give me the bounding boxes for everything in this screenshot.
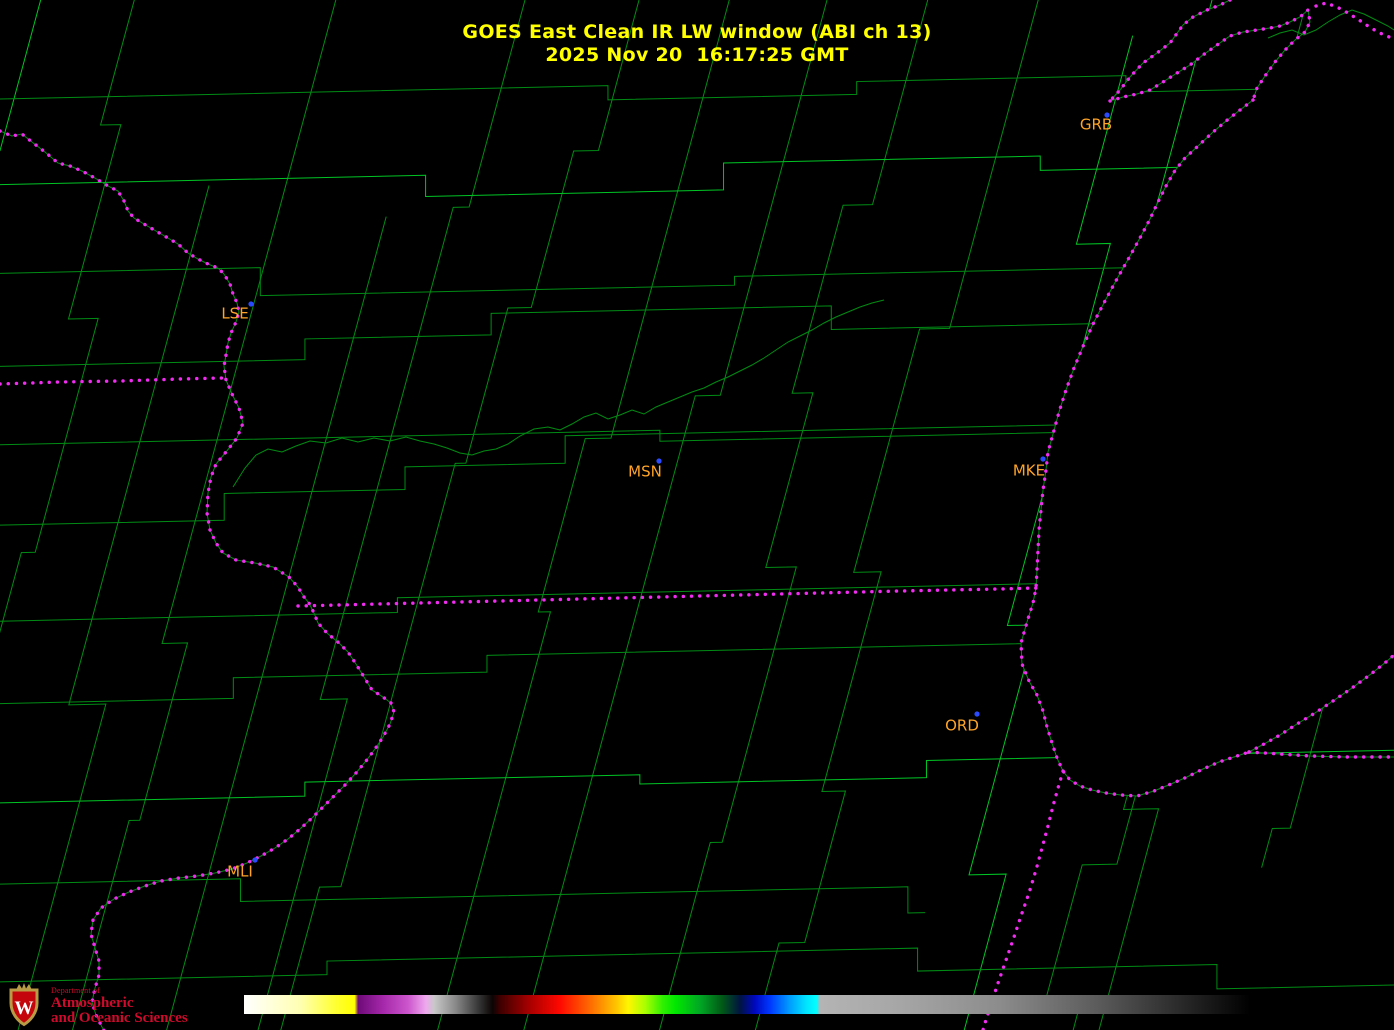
satellite-image-viewer: GOES East Clean IR LW window (ABI ch 13)… xyxy=(0,0,1394,1030)
station-label-msn: MSN xyxy=(628,462,662,481)
station-label-grb: GRB xyxy=(1079,115,1113,134)
station-label-mli: MLI xyxy=(227,862,253,881)
colorbar xyxy=(244,995,1250,1014)
logo-department-line: Department of xyxy=(51,986,101,995)
uw-logo-text: Department of Atmospheric and Oceanic Sc… xyxy=(51,983,188,1026)
station-label-lse: LSE xyxy=(221,304,249,323)
logo-name-line1: Atmospheric xyxy=(51,995,134,1011)
svg-text:W: W xyxy=(15,998,34,1019)
image-title: GOES East Clean IR LW window (ABI ch 13)… xyxy=(0,21,1394,67)
station-label-mke: MKE xyxy=(1012,461,1046,480)
title-product-line: GOES East Clean IR LW window (ABI ch 13) xyxy=(462,21,932,43)
map-canvas xyxy=(0,0,1394,1030)
uw-crest-icon: W xyxy=(9,983,39,1027)
uw-logo: W Department of Atmospheric and Oceanic … xyxy=(3,983,188,1030)
logo-name-line2: and Oceanic Sciences xyxy=(51,1010,188,1026)
title-timestamp-line: 2025 Nov 20 16:17:25 GMT xyxy=(545,44,849,66)
station-label-ord: ORD xyxy=(945,716,979,735)
